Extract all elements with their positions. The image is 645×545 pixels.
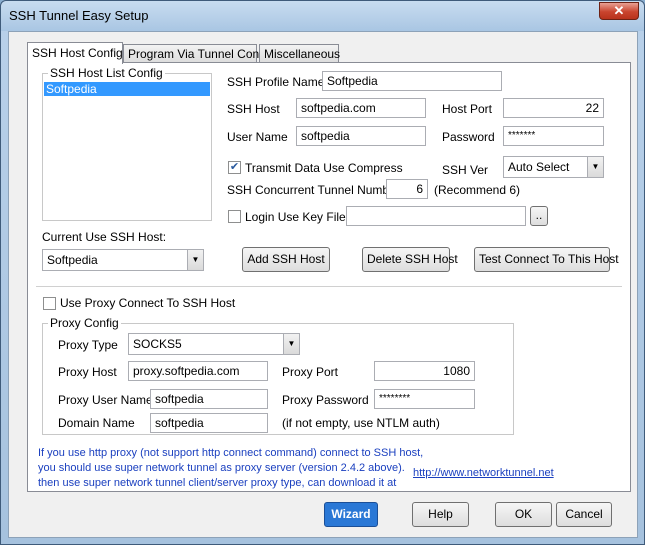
use-proxy-checkbox[interactable] [43, 297, 56, 310]
profile-name-input[interactable]: Softpedia [322, 71, 502, 91]
proxy-host-input[interactable]: proxy.softpedia.com [128, 361, 268, 381]
divider [36, 286, 622, 287]
ssh-host-input[interactable]: softpedia.com [296, 98, 426, 118]
password-label: Password [442, 130, 495, 144]
main-window: SSH Tunnel Easy Setup ✕ SSH Host Config … [0, 0, 645, 545]
wizard-button[interactable]: Wizard [324, 502, 378, 527]
ssh-ver-label: SSH Ver [442, 163, 489, 177]
test-connect-button[interactable]: Test Connect To This Host [474, 247, 619, 272]
user-name-input[interactable]: softpedia [296, 126, 426, 146]
proxy-user-label: Proxy User Name [58, 393, 153, 407]
delete-ssh-host-button[interactable]: Delete SSH Host [362, 247, 458, 272]
use-proxy-label: Use Proxy Connect To SSH Host [60, 296, 236, 310]
host-port-label: Host Port [442, 102, 493, 116]
ssh-host-config-page: SSH Host List Config Softpedia SSH Profi… [27, 62, 631, 492]
keyfile-checkbox[interactable] [228, 210, 241, 223]
chevron-down-icon[interactable]: ▼ [587, 157, 603, 177]
compress-label: Transmit Data Use Compress [245, 161, 403, 175]
cancel-button[interactable]: Cancel [556, 502, 612, 527]
tab-ssh-host-config[interactable]: SSH Host Config [27, 42, 123, 64]
browse-keyfile-button[interactable]: .. [530, 206, 548, 226]
proxy-port-input[interactable]: 1080 [374, 361, 475, 381]
download-link[interactable]: http://www.networktunnel.net [413, 467, 554, 479]
current-host-label: Current Use SSH Host: [42, 230, 167, 244]
compress-checkbox[interactable]: ✔ [228, 161, 241, 174]
proxy-password-input[interactable]: ******** [374, 389, 475, 409]
profile-name-label: SSH Profile Name [227, 75, 325, 89]
proxy-type-value: SOCKS5 [133, 337, 182, 351]
domain-hint: (if not empty, use NTLM auth) [282, 416, 440, 430]
current-host-value: Softpedia [47, 253, 98, 267]
add-ssh-host-button[interactable]: Add SSH Host [242, 247, 330, 272]
help-button[interactable]: Help [412, 502, 469, 527]
keyfile-input[interactable] [346, 206, 526, 226]
chevron-down-icon[interactable]: ▼ [187, 250, 203, 270]
proxy-type-label: Proxy Type [58, 338, 118, 352]
proxy-host-label: Proxy Host [58, 365, 117, 379]
tab-miscellaneous[interactable]: Miscellaneous [259, 44, 340, 63]
dialog-client-area: SSH Host Config Program Via Tunnel Confi… [8, 31, 638, 538]
window-title: SSH Tunnel Easy Setup [9, 8, 149, 23]
proxy-user-input[interactable]: softpedia [150, 389, 268, 409]
keyfile-label: Login Use Key File: [245, 210, 350, 224]
ssh-ver-select[interactable]: Auto Select ▼ [503, 156, 604, 178]
info-line-3: then use super network tunnel client/ser… [38, 477, 397, 489]
info-line-1: If you use http proxy (not support http … [38, 447, 424, 459]
host-list[interactable]: Softpedia [43, 80, 211, 220]
proxy-port-label: Proxy Port [282, 365, 339, 379]
current-host-select[interactable]: Softpedia ▼ [42, 249, 204, 271]
proxy-type-select[interactable]: SOCKS5 ▼ [128, 333, 300, 355]
list-item[interactable]: Softpedia [44, 82, 210, 96]
host-port-input[interactable]: 22 [503, 98, 604, 118]
password-input[interactable]: ******* [503, 126, 604, 146]
tunnel-number-input[interactable]: 6 [386, 179, 428, 199]
host-list-group-label: SSH Host List Config [48, 66, 165, 80]
tab-program-via-tunnel-config[interactable]: Program Via Tunnel Config [123, 44, 272, 63]
title-bar[interactable]: SSH Tunnel Easy Setup ✕ [1, 1, 644, 31]
close-button[interactable]: ✕ [599, 2, 639, 20]
domain-name-input[interactable]: softpedia [150, 413, 268, 433]
domain-name-label: Domain Name [58, 416, 135, 430]
ssh-ver-value: Auto Select [508, 160, 570, 174]
close-icon: ✕ [613, 3, 625, 18]
proxy-config-group-label: Proxy Config [48, 316, 121, 330]
ssh-host-label: SSH Host [227, 102, 280, 116]
user-name-label: User Name [227, 130, 288, 144]
ok-button[interactable]: OK [495, 502, 552, 527]
proxy-password-label: Proxy Password [282, 393, 369, 407]
chevron-down-icon[interactable]: ▼ [283, 334, 299, 354]
info-line-2: you should use super network tunnel as p… [38, 462, 405, 474]
tunnel-number-label: SSH Concurrent Tunnel Number: [227, 183, 404, 197]
tunnel-number-hint: (Recommend 6) [434, 183, 521, 197]
